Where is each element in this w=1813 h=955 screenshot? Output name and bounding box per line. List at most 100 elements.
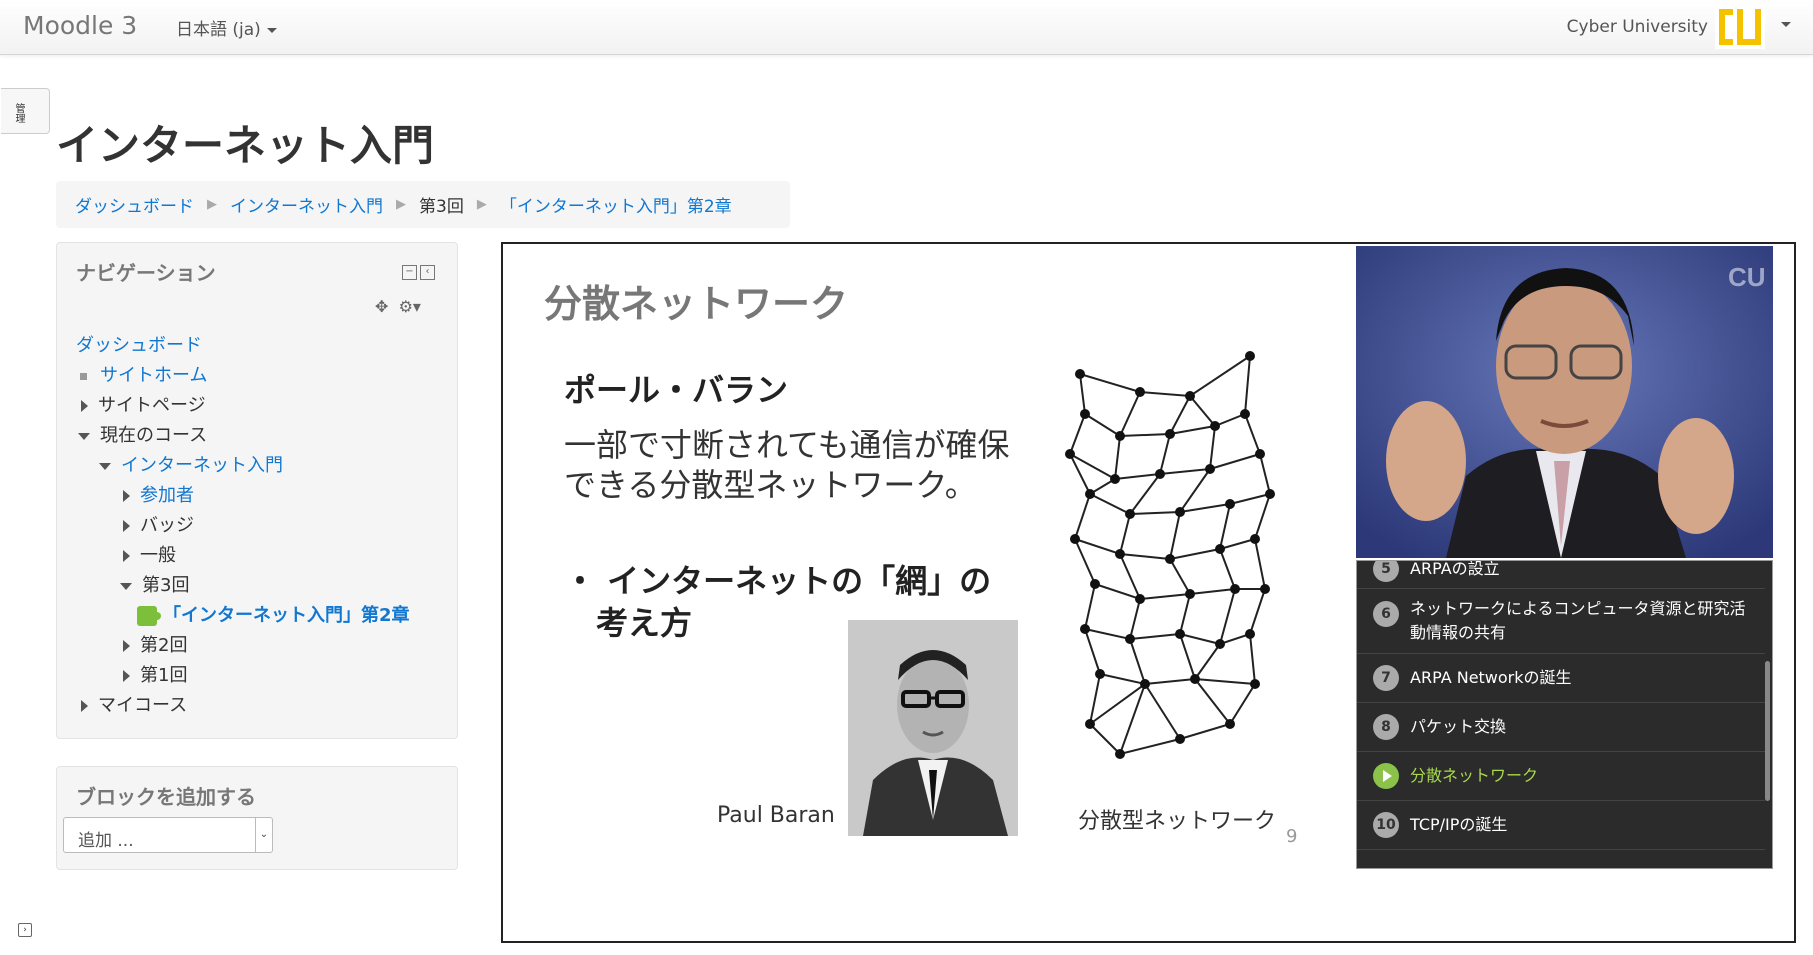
nav-item-site-home[interactable]: サイトホーム — [80, 361, 207, 387]
collapse-arrow-icon[interactable] — [120, 582, 132, 590]
page-title: インターネット入門 — [56, 121, 435, 170]
chapter-item-5[interactable]: 5 ARPAの設立 — [1357, 560, 1765, 589]
nav-item-participants[interactable]: 参加者 — [123, 481, 194, 507]
expand-arrow-icon[interactable] — [81, 700, 88, 712]
chapter-number: 7 — [1373, 665, 1399, 691]
expand-arrow-icon[interactable] — [123, 640, 130, 652]
breadcrumb: ダッシュボード ▶ インターネット入門 ▶ 第3回 ▶ 「インターネット入門」第… — [56, 181, 790, 228]
top-navbar: Moodle 3 日本語 (ja) Cyber University — [0, 0, 1813, 55]
nav-label-week2: 第2回 — [140, 635, 188, 656]
chapter-item-9-active[interactable]: 分散ネットワーク — [1357, 752, 1765, 801]
navigation-block-title: ナビゲーション — [76, 261, 216, 285]
user-menu-chevron-icon[interactable] — [1781, 22, 1791, 27]
nav-link-dashboard[interactable]: ダッシュボード — [76, 335, 202, 356]
expand-arrow-icon[interactable] — [123, 490, 130, 502]
nav-link-chapter2[interactable]: 「インターネット入門」第2章 — [163, 605, 410, 626]
chapter-title: TCP/IPの誕生 — [1410, 815, 1508, 834]
chapter-title: 分散ネットワーク — [1410, 766, 1539, 785]
slide-page-number: 9 — [1286, 826, 1298, 847]
network-caption: 分散型ネットワーク — [1078, 809, 1277, 834]
chapter-item-7[interactable]: 7 ARPA Networkの誕生 — [1357, 654, 1765, 703]
nav-item-badges[interactable]: バッジ — [123, 511, 194, 537]
select-value: 追加 ... — [78, 831, 134, 851]
lecturer-video[interactable]: CU — [1356, 246, 1773, 558]
navigation-block: ナビゲーション − ‹ ✥ ⚙▾ ダッシュボード サイトホーム サイトページ 現在… — [56, 242, 458, 739]
slide-title: 分散ネットワーク — [544, 282, 849, 326]
add-block-panel: ブロックを追加する 追加 ... ⌄ — [56, 766, 458, 870]
chapter-number: 10 — [1373, 812, 1399, 838]
nav-item-site-pages[interactable]: サイトページ — [81, 391, 206, 417]
dock-tab-label: 管理 — [13, 103, 24, 123]
gear-icon[interactable]: ⚙▾ — [399, 297, 421, 316]
chapter-list-scrollbar[interactable] — [1765, 661, 1770, 801]
portrait-image — [848, 620, 1018, 836]
nav-link-site-home[interactable]: サイトホーム — [100, 365, 207, 386]
bullet-icon — [80, 372, 87, 380]
chapter-title: パケット交換 — [1410, 717, 1507, 736]
nav-item-dashboard[interactable]: ダッシュボード — [76, 331, 202, 357]
nav-label-my-courses: マイコース — [98, 695, 188, 716]
slide-bullet-line1: ・ インターネットの「網」の — [564, 562, 992, 600]
nav-item-general[interactable]: 一般 — [123, 541, 176, 567]
language-label: 日本語 (ja) — [176, 20, 261, 40]
breadcrumb-chapter[interactable]: 「インターネット入門」第2章 — [500, 192, 732, 217]
distributed-network-diagram — [1065, 351, 1275, 759]
chapter-item-10[interactable]: 10 TCP/IPの誕生 — [1357, 801, 1765, 850]
nav-link-course[interactable]: インターネット入門 — [121, 455, 283, 476]
nav-label-general: 一般 — [140, 545, 176, 566]
nav-label-badges: バッジ — [140, 515, 194, 536]
expand-arrow-icon[interactable] — [123, 550, 130, 562]
expand-arrow-icon[interactable] — [81, 400, 88, 412]
chapter-title: ARPAの設立 — [1410, 560, 1500, 578]
paul-baran-photo — [848, 620, 1018, 836]
breadcrumb-week3[interactable]: 第3回 — [419, 192, 464, 217]
nav-item-chapter2[interactable]: 「インターネット入門」第2章 — [137, 601, 410, 627]
slide-heading: ポール・バラン — [564, 371, 789, 409]
nav-label-current-course: 現在のコース — [100, 425, 208, 446]
nav-link-participants[interactable]: 参加者 — [140, 485, 194, 506]
nav-label-week1: 第1回 — [140, 665, 188, 686]
site-brand-link[interactable]: Moodle 3 — [23, 11, 137, 40]
expand-arrow-icon[interactable] — [123, 670, 130, 682]
nav-item-course[interactable]: インターネット入門 — [99, 451, 283, 477]
chapter-item-8[interactable]: 8 パケット交換 — [1357, 703, 1765, 752]
nav-label-site-pages: サイトページ — [98, 395, 206, 416]
chapter-list: 5 ARPAの設立 6 ネットワークによるコンピュータ資源と研究活動情報の共有 … — [1356, 560, 1773, 869]
breadcrumb-course[interactable]: インターネット入門 — [230, 192, 383, 217]
admin-dock-tab[interactable]: 管理 — [1, 88, 50, 134]
play-icon — [1373, 763, 1399, 789]
photo-caption: Paul Baran — [717, 803, 835, 828]
chapter-item-6[interactable]: 6 ネットワークによるコンピュータ資源と研究活動情報の共有 — [1357, 589, 1765, 654]
site-name: Cyber University — [1566, 17, 1708, 37]
nav-item-my-courses[interactable]: マイコース — [81, 691, 187, 717]
slide-text-line2: できる分散型ネットワーク。 — [564, 466, 977, 504]
chapter-title: ネットワークによるコンピュータ資源と研究活動情報の共有 — [1410, 599, 1746, 642]
collapse-icon[interactable]: − — [402, 265, 417, 280]
block-controls: − ‹ — [399, 263, 435, 280]
collapse-arrow-icon[interactable] — [99, 462, 111, 470]
add-block-title: ブロックを追加する — [76, 785, 256, 809]
expand-arrow-icon[interactable] — [123, 520, 130, 532]
chapter-number: 6 — [1373, 601, 1399, 627]
nav-item-week2[interactable]: 第2回 — [123, 631, 187, 657]
add-block-select[interactable]: 追加 ... ⌄ — [63, 817, 273, 853]
collapse-arrow-icon[interactable] — [78, 432, 90, 440]
breadcrumb-dashboard[interactable]: ダッシュボード — [75, 192, 194, 217]
chevron-down-icon — [266, 27, 277, 33]
cyber-university-logo[interactable] — [1715, 5, 1765, 49]
block-actions: ✥ ⚙▾ — [375, 297, 421, 316]
chapter-number: 8 — [1373, 714, 1399, 740]
nav-item-current-course[interactable]: 現在のコース — [78, 421, 207, 447]
puzzle-icon — [137, 606, 161, 626]
nav-item-week1[interactable]: 第1回 — [123, 661, 187, 687]
breadcrumb-separator-icon: ▶ — [207, 197, 217, 212]
dock-expand-icon[interactable]: › — [18, 923, 32, 937]
select-chevron-icon[interactable]: ⌄ — [255, 818, 272, 852]
breadcrumb-separator-icon: ▶ — [476, 197, 487, 212]
language-menu[interactable]: 日本語 (ja) — [176, 15, 277, 40]
nav-item-week3[interactable]: 第3回 — [120, 571, 189, 597]
lecturer-image: CU — [1356, 246, 1773, 558]
move-icon[interactable]: ✥ — [375, 297, 388, 316]
breadcrumb-separator-icon: ▶ — [396, 197, 406, 212]
dock-icon[interactable]: ‹ — [420, 265, 435, 280]
